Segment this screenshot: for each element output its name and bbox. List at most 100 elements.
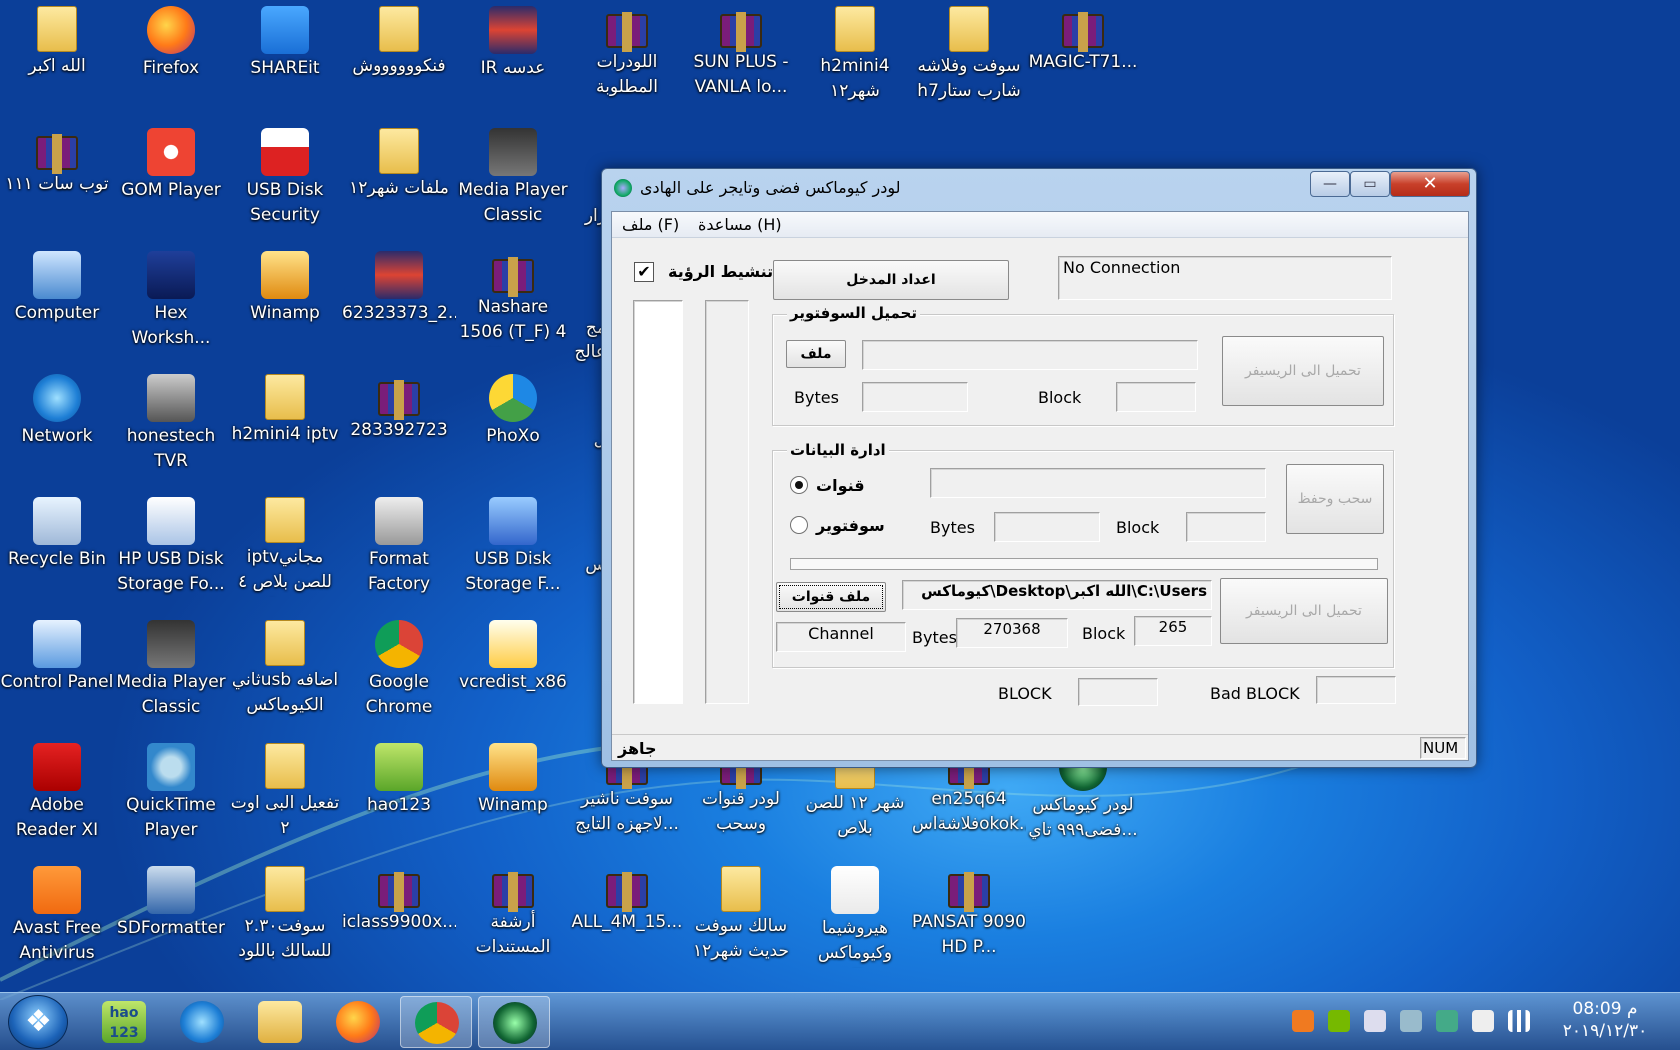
desktop-icon[interactable]: سوفت وفلاشه h7شارب ستار <box>912 6 1026 104</box>
desktop-icon[interactable]: USB Disk Security <box>228 128 342 228</box>
desktop-icon[interactable]: هيروشيما وكيوماكس الص... <box>798 866 912 968</box>
desktop-icon[interactable]: Adobe Reader XI <box>0 743 114 843</box>
radio-software[interactable] <box>790 516 808 534</box>
software-bytes-label: Bytes <box>794 388 839 407</box>
quicktime-icon <box>147 743 195 791</box>
maximize-button[interactable]: ▭ <box>1350 171 1390 197</box>
desktop-icon[interactable]: Media Player Classic <box>456 128 570 228</box>
network-tray-icon[interactable] <box>1436 1010 1458 1032</box>
taskbar-hao123[interactable]: hao 123 <box>88 996 160 1048</box>
desktop-icon[interactable]: MAGIC-T71... <box>1026 6 1140 75</box>
desktop-icon[interactable]: Format Factory <box>342 497 456 597</box>
desktop-icon[interactable]: Media Player Classic <box>114 620 228 720</box>
desktop-icon[interactable]: SDFormatter <box>114 866 228 941</box>
minimize-button[interactable]: — <box>1310 171 1350 197</box>
desktop-icon[interactable]: h2mini4 شهر١٢ <box>798 6 912 104</box>
volume-muted-icon[interactable] <box>1364 1010 1386 1032</box>
desktop-icon[interactable]: Avast Free Antivirus <box>0 866 114 966</box>
taskbar-chrome[interactable] <box>400 996 472 1048</box>
desktop-icon[interactable]: Winamp <box>228 251 342 326</box>
channel-file-button[interactable]: ملف قنوات <box>776 582 886 612</box>
right-list-box[interactable] <box>705 300 749 704</box>
desktop-icon[interactable]: الله اكبر <box>0 6 114 79</box>
partial-label: عالج <box>574 342 606 362</box>
desktop-icon[interactable]: IR عدسه <box>456 6 570 81</box>
channel-file-path-field[interactable]: C:\Users\الله اكبر\Desktop\كيوماكس <box>902 580 1212 610</box>
desktop-icon[interactable]: iptvمجاني للصن بلاص ٤ ميجا <box>228 497 342 597</box>
desktop-icon[interactable]: GOM Player <box>114 128 228 203</box>
title-bar[interactable]: لودر كيوماكس فضى وتايجر على الهادى — ▭ ✕ <box>602 169 1476 203</box>
desktop-icon[interactable]: ثانيusb اضافه الكيوماكس <box>228 620 342 718</box>
taskbar-internet-explorer[interactable] <box>166 996 238 1048</box>
desktop-icon[interactable]: 283392723 <box>342 374 456 443</box>
desktop-icon[interactable]: Firefox <box>114 6 228 81</box>
network-icon <box>33 374 81 422</box>
pull-save-button[interactable]: سحب وحفظ <box>1286 464 1384 534</box>
desktop-icon[interactable]: QuickTime Player <box>114 743 228 843</box>
desktop-icon[interactable]: سوفت٢.٣٠ للسالك باللود <box>228 866 342 964</box>
desktop-icon[interactable]: USB Disk Storage F... <box>456 497 570 597</box>
desktop-icon[interactable]: Winamp <box>456 743 570 818</box>
desktop-icon[interactable]: SHAREit <box>228 6 342 81</box>
left-list-box[interactable] <box>633 300 683 704</box>
radio-channels[interactable] <box>790 476 808 494</box>
desktop-icon[interactable]: ملفات شهر١٢ <box>342 128 456 201</box>
desktop-icon-label: IR عدسه <box>480 58 546 78</box>
desktop-icon[interactable]: أرشفة المستندات <box>456 866 570 960</box>
close-button[interactable]: ✕ <box>1390 171 1470 197</box>
taskbar-clock[interactable]: 08:09 م ٢٠١٩/١٢/٣٠ <box>1545 998 1665 1042</box>
desktop-icon[interactable]: Hex Worksh... <box>114 251 228 351</box>
taskbar-firefox[interactable] <box>322 996 394 1048</box>
channel-upload-button[interactable]: تحميل الى الريسيفر <box>1220 578 1388 644</box>
desktop-icon[interactable]: Google Chrome <box>342 620 456 720</box>
desktop-icon-label: USB Disk Security <box>246 180 324 225</box>
activate-checkbox[interactable]: ✔ <box>634 262 654 282</box>
desktop-icon[interactable]: SUN PLUS -VANLA lo... <box>684 6 798 100</box>
desktop-icon[interactable]: iclass9900x... <box>342 866 456 935</box>
data-path-field[interactable] <box>930 468 1266 498</box>
nvidia-tray-icon[interactable] <box>1328 1010 1350 1032</box>
taskbar-loader-app[interactable] <box>478 996 550 1048</box>
menu-bar: ملف (F) مساعدة (H) <box>612 212 1468 238</box>
usb-eject-icon[interactable] <box>1400 1010 1422 1032</box>
input-setup-button[interactable]: اعداد المدخل <box>773 260 1009 300</box>
action-center-flag-icon[interactable] <box>1472 1010 1494 1032</box>
taskbar-explorer[interactable] <box>244 996 316 1048</box>
rar-icon <box>606 872 648 912</box>
desktop-icon[interactable]: PhoXo <box>456 374 570 449</box>
folder-icon <box>265 497 305 543</box>
desktop-icon[interactable]: Control Panel <box>0 620 114 695</box>
software-file-button[interactable]: ملف <box>786 340 846 368</box>
desktop-icon[interactable]: تفعيل البى اوت ٢ <box>228 743 342 841</box>
desktop-icon[interactable]: توب سات ١١١ <box>0 128 114 197</box>
desktop-icon[interactable]: Nashare 1506 (T_F) 4 Meg... <box>456 251 570 347</box>
desktop-icon[interactable]: اللودرات المطلوبة <box>570 6 684 100</box>
avast-tray-icon[interactable] <box>1292 1010 1314 1032</box>
menu-file[interactable]: ملف (F) <box>622 215 679 234</box>
desktop-icon[interactable]: ALL_4M_15... <box>570 866 684 935</box>
app-globe-icon[interactable] <box>614 179 632 197</box>
desktop-icon[interactable]: h2mini4 iptv <box>228 374 342 447</box>
desktop-icon[interactable]: honestech TVR <box>114 374 228 474</box>
desktop-icon[interactable]: 62323373_2... <box>342 251 456 326</box>
gom-icon <box>147 128 195 176</box>
software-upload-button[interactable]: تحميل الى الريسيفر <box>1222 336 1384 406</box>
hex-icon <box>147 251 195 299</box>
desktop-icon[interactable]: vcredist_x86 <box>456 620 570 695</box>
signal-strength-icon[interactable] <box>1508 1010 1530 1032</box>
recycle-icon <box>33 497 81 545</box>
start-button[interactable] <box>8 995 68 1049</box>
desktop-icon[interactable]: PANSAT 9090 HD P... <box>912 866 1026 960</box>
desktop-icon[interactable]: سالك سوفت حديث شهر١٢ <box>684 866 798 964</box>
folder-icon <box>265 743 305 789</box>
menu-help[interactable]: مساعدة (H) <box>698 215 782 234</box>
desktop-icon-label: iclass9900x... <box>342 912 456 932</box>
computer-icon <box>33 251 81 299</box>
desktop-icon[interactable]: HP USB Disk Storage Fo... <box>114 497 228 597</box>
desktop-icon[interactable]: hao123 <box>342 743 456 818</box>
desktop-icon[interactable]: فنكووووووش <box>342 6 456 79</box>
software-file-path-field[interactable] <box>862 340 1198 370</box>
desktop-icon[interactable]: Recycle Bin <box>0 497 114 572</box>
desktop-icon[interactable]: Network <box>0 374 114 449</box>
desktop-icon[interactable]: Computer <box>0 251 114 326</box>
